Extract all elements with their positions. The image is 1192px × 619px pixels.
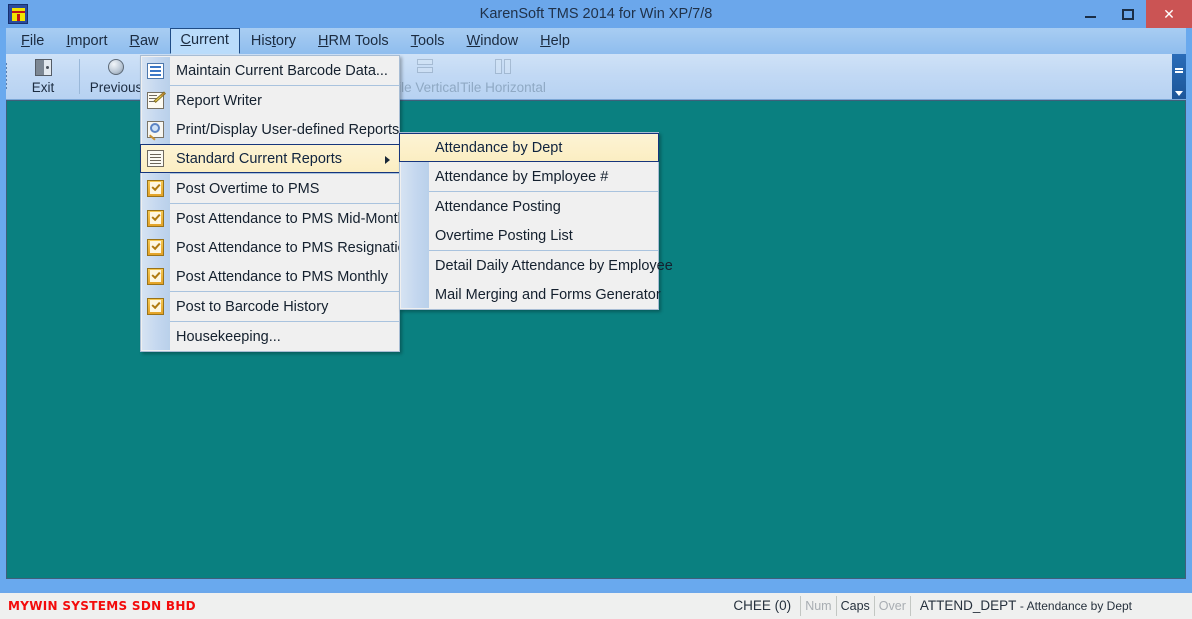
toolbar-previous-button[interactable]: Previous xyxy=(84,54,148,99)
menu-import[interactable]: Import xyxy=(55,29,118,54)
toolbar-tile-vertical-label: Tile Vertical xyxy=(390,80,460,95)
submenu-item-attendance-by-dept[interactable]: Attendance by Dept xyxy=(399,133,659,162)
status-user: CHEE (0) xyxy=(733,598,792,613)
menu-item-post-attendance-to-pms-monthly[interactable]: Post Attendance to PMS Monthly xyxy=(141,262,399,291)
menu-item-standard-current-reports[interactable]: Standard Current Reports xyxy=(140,144,400,173)
menu-history[interactable]: History xyxy=(240,29,307,54)
menu-item-label: Post Attendance to PMS Mid-Month xyxy=(176,210,406,227)
submenu-item-label: Detail Daily Attendance by Employee xyxy=(435,257,673,274)
checkbox-icon xyxy=(141,210,170,227)
status-screen-info: ATTEND_DEPT - Attendance by Dept xyxy=(909,596,1192,616)
checkbox-icon xyxy=(141,180,170,197)
menu-item-print-display-user-defined-reports[interactable]: Print/Display User-defined Reports xyxy=(141,115,399,144)
window-controls: ✕ xyxy=(1072,0,1192,28)
menu-window[interactable]: Window xyxy=(456,29,530,54)
menu-item-housekeeping[interactable]: Housekeeping... xyxy=(141,322,399,351)
menu-current[interactable]: Current xyxy=(169,28,240,54)
submenu-arrow-icon xyxy=(385,156,390,164)
checkbox-icon xyxy=(141,239,170,256)
status-caps-lock: Caps xyxy=(835,596,874,616)
toolbar-exit-label: Exit xyxy=(31,80,55,95)
submenu-item-label: Attendance Posting xyxy=(435,198,561,215)
chevron-down-icon xyxy=(1175,91,1183,96)
window-title: KarenSoft TMS 2014 for Win XP/7/8 xyxy=(479,6,713,22)
toolbar-overflow-button[interactable] xyxy=(1172,54,1186,99)
submenu-item-attendance-posting[interactable]: Attendance Posting xyxy=(400,192,658,221)
report-document-icon xyxy=(141,150,170,167)
menu-help[interactable]: Help xyxy=(529,29,581,54)
submenu-item-label: Overtime Posting List xyxy=(435,227,573,244)
submenu-item-mail-merging-and-forms-generator[interactable]: Mail Merging and Forms Generator xyxy=(400,280,661,309)
menu-item-label: Print/Display User-defined Reports xyxy=(176,121,400,138)
maximize-button[interactable] xyxy=(1109,0,1146,28)
status-company-name: MYWIN SYSTEMS SDN BHD xyxy=(8,599,196,613)
status-screen-desc: - Attendance by Dept xyxy=(1019,599,1132,613)
toolbar-tile-horizontal-button[interactable]: Tile Horizontal xyxy=(460,54,546,99)
menu-item-post-overtime-to-pms[interactable]: Post Overtime to PMS xyxy=(141,174,399,203)
toolbar-separator xyxy=(79,59,80,94)
menu-item-maintain-current-barcode-data[interactable]: Maintain Current Barcode Data... xyxy=(141,56,399,85)
menu-hrm-tools[interactable]: HRM Tools xyxy=(307,29,400,54)
status-overwrite: Over xyxy=(873,596,910,616)
menu-item-label: Maintain Current Barcode Data... xyxy=(176,62,388,79)
submenu-item-overtime-posting-list[interactable]: Overtime Posting List xyxy=(400,221,658,250)
maximize-icon xyxy=(1121,8,1134,20)
menu-item-label: Post to Barcode History xyxy=(176,298,329,315)
magnifier-preview-icon xyxy=(141,121,170,138)
minimize-icon xyxy=(1085,16,1096,18)
submenu-item-attendance-by-employee-number[interactable]: Attendance by Employee # xyxy=(400,162,658,191)
menu-item-post-attendance-to-pms-mid-month[interactable]: Post Attendance to PMS Mid-Month xyxy=(141,204,406,233)
window-right-edge xyxy=(1186,28,1192,591)
tile-horizontal-icon xyxy=(492,57,514,77)
menu-tools[interactable]: Tools xyxy=(400,29,456,54)
toolbar-exit-button[interactable]: Exit xyxy=(11,54,75,99)
menu-item-label: Report Writer xyxy=(176,92,262,109)
list-grid-icon xyxy=(141,62,170,79)
title-bar: KarenSoft TMS 2014 for Win XP/7/8 ✕ xyxy=(0,0,1192,28)
menu-raw[interactable]: Raw xyxy=(118,29,169,54)
menu-item-label: Post Attendance to PMS Monthly xyxy=(176,268,388,285)
menu-item-label: Standard Current Reports xyxy=(176,150,343,167)
tile-vertical-icon xyxy=(414,57,436,77)
status-screen-code: ATTEND_DEPT xyxy=(919,598,1017,613)
status-num-lock: Num xyxy=(800,596,835,616)
menu-file[interactable]: File xyxy=(10,29,55,54)
app-logo-icon xyxy=(8,4,28,24)
close-button[interactable]: ✕ xyxy=(1146,0,1192,28)
menu-item-label: Post Attendance to PMS Resignation xyxy=(176,239,414,256)
status-bar: MYWIN SYSTEMS SDN BHD CHEE (0) Num Caps … xyxy=(0,591,1192,619)
menu-item-post-attendance-to-pms-resignation[interactable]: Post Attendance to PMS Resignation xyxy=(141,233,414,262)
exit-door-icon xyxy=(32,57,54,77)
submenu-item-label: Mail Merging and Forms Generator xyxy=(435,286,661,303)
menu-bar: File Import Raw Current History HRM Tool… xyxy=(0,28,1192,54)
toolbar-overflow-icon xyxy=(1175,68,1183,73)
application-window: KarenSoft TMS 2014 for Win XP/7/8 ✕ File… xyxy=(0,0,1192,619)
minimize-button[interactable] xyxy=(1072,0,1109,28)
current-menu-dropdown: Maintain Current Barcode Data... Report … xyxy=(140,55,414,352)
pencil-edit-icon xyxy=(141,92,170,109)
checkbox-icon xyxy=(141,268,170,285)
menu-item-label: Post Overtime to PMS xyxy=(176,180,320,197)
submenu-item-label: Attendance by Employee # xyxy=(435,168,609,185)
checkbox-icon xyxy=(141,298,170,315)
clock-back-icon xyxy=(105,57,127,77)
toolbar-tile-horizontal-label: Tile Horizontal xyxy=(460,80,546,95)
submenu-item-label: Attendance by Dept xyxy=(435,139,563,156)
menu-item-report-writer[interactable]: Report Writer xyxy=(141,86,399,115)
toolbar-previous-label: Previous xyxy=(89,80,143,95)
submenu-item-detail-daily-attendance-by-employee[interactable]: Detail Daily Attendance by Employee xyxy=(400,251,673,280)
menu-item-label: Housekeeping... xyxy=(176,328,281,345)
standard-current-reports-submenu: Attendance by Dept Attendance by Employe… xyxy=(399,132,673,310)
menu-item-post-to-barcode-history[interactable]: Post to Barcode History xyxy=(141,292,399,321)
